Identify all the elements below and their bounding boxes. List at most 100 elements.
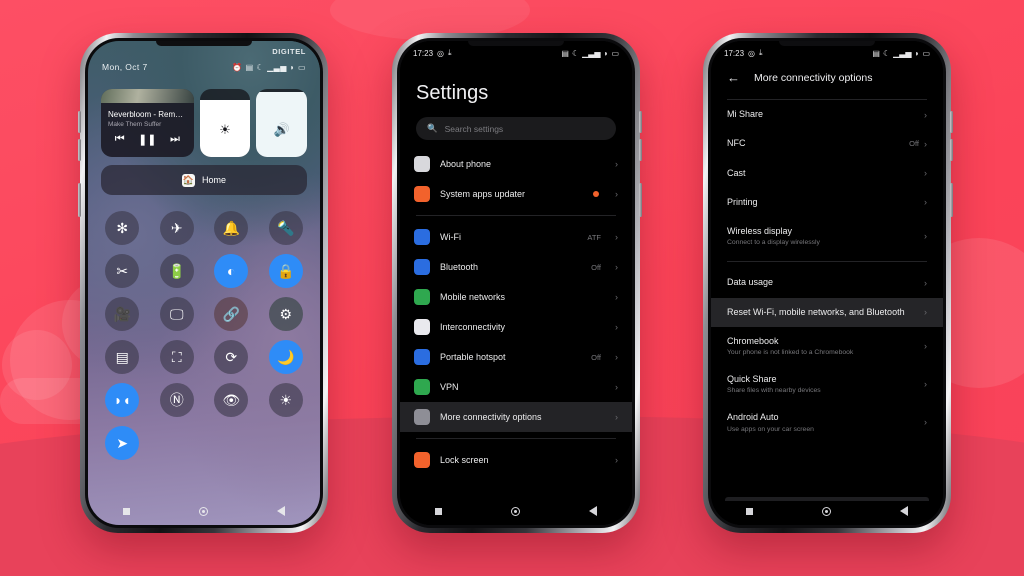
media-player-card[interactable]: Neverbloom - Rem… Make Them Suffer ⏮ ❚❚ … xyxy=(101,89,194,157)
back-arrow-icon[interactable]: ← xyxy=(727,70,740,85)
settings-item-vpn[interactable]: VPN › xyxy=(400,372,632,402)
connectivity-item-android-auto[interactable]: Android Auto Use apps on your car screen › xyxy=(711,403,943,441)
item-label: Quick Share xyxy=(727,374,777,384)
ultra-volume-tile[interactable]: ◗◖ xyxy=(105,383,140,417)
volume-down-button[interactable] xyxy=(950,139,953,161)
power-button[interactable] xyxy=(78,183,81,217)
connectivity-item-wireless-display[interactable]: Wireless display Connect to a display wir… xyxy=(711,217,943,255)
connectivity-item-quick-share[interactable]: Quick Share Share files with nearby devic… xyxy=(711,365,943,403)
home-circle-icon[interactable] xyxy=(510,506,520,516)
settings-item-lock-screen[interactable]: Lock screen › xyxy=(400,445,632,475)
settings-item-portable-hotspot[interactable]: Portable hotspot Off › xyxy=(400,342,632,372)
chevron-right-icon: › xyxy=(924,168,927,179)
connectivity-item-nfc[interactable]: NFC Off › xyxy=(711,129,943,158)
settings-item-label: Lock screen xyxy=(440,455,489,465)
volume-down-button[interactable] xyxy=(78,139,81,161)
play-pause-icon[interactable]: ❚❚ xyxy=(138,133,156,146)
dark-mode-tile[interactable]: ◐ xyxy=(214,254,249,288)
settings-item-mobile-networks[interactable]: Mobile networks › xyxy=(400,282,632,312)
back-triangle-icon[interactable] xyxy=(589,506,598,516)
screenshot-tile[interactable]: ✂ xyxy=(105,254,140,288)
settings-item-more-connectivity-options[interactable]: More connectivity options › xyxy=(400,402,632,432)
hotspot-icon xyxy=(414,349,430,365)
home-circle-icon[interactable] xyxy=(821,506,831,516)
settings-item-about-phone[interactable]: About phone › xyxy=(400,149,632,179)
link-tile[interactable]: 🔗 xyxy=(214,297,249,331)
signal-icon: ▁▃▅ xyxy=(893,48,912,58)
airplane-mode-tile[interactable]: ✈ xyxy=(159,211,194,245)
reading-mode-tile[interactable]: 🌙 xyxy=(268,340,303,374)
power-button[interactable] xyxy=(950,183,953,217)
auto-brightness-tile[interactable]: ☀ xyxy=(268,383,303,417)
item-label: Android Auto xyxy=(727,412,779,423)
volume-up-button[interactable] xyxy=(950,111,953,133)
interconnectivity-icon xyxy=(414,319,430,335)
cast-tile[interactable]: 🖵 xyxy=(159,297,194,331)
volume-up-button[interactable] xyxy=(78,111,81,133)
home-shortcut-card[interactable]: 🏠 Home xyxy=(101,165,307,195)
ringtone-tile[interactable]: 🔔 xyxy=(214,211,249,245)
location-tile[interactable]: ➤ xyxy=(105,426,140,460)
connectivity-item-data-usage[interactable]: Data usage › xyxy=(711,268,943,297)
eye-care-tile[interactable]: 👁 xyxy=(214,383,249,417)
page-title: More connectivity options xyxy=(754,71,873,84)
power-button[interactable] xyxy=(639,183,642,217)
volume-slider[interactable]: 🔊 xyxy=(256,89,307,157)
battery-icon: ▭ xyxy=(298,62,306,72)
item-texts: Android Auto Use apps on your car screen xyxy=(727,412,924,432)
connectivity-item-mi-share[interactable]: Mi Share › xyxy=(711,100,943,129)
screenshot-icon: ▤ xyxy=(561,48,569,58)
chevron-right-icon: › xyxy=(924,109,927,120)
connectivity-item-reset-wi-fi-mobile-networks-and-bluetooth[interactable]: Reset Wi-Fi, mobile networks, and Blueto… xyxy=(711,297,943,327)
chevron-right-icon: › xyxy=(615,382,618,392)
nfc-tile[interactable]: Ⓝ xyxy=(159,383,194,417)
connectivity-item-chromebook[interactable]: Chromebook Your phone is not linked to a … xyxy=(711,327,943,365)
auto-rotate-lock-tile[interactable]: 🔒 xyxy=(268,254,303,288)
item-subtitle: Share files with nearby devices xyxy=(727,387,821,395)
search-input[interactable]: 🔍 Search settings xyxy=(416,117,616,140)
recents-square-icon[interactable] xyxy=(745,507,753,515)
bluetooth-icon xyxy=(414,259,430,275)
next-track-icon[interactable]: ⏭ xyxy=(170,133,180,146)
battery-saver-tile[interactable]: 🔋 xyxy=(159,254,194,288)
settings-root: 17:23 ◎ ⤓ ▤ ☾ ▁▃▅ ◗ ▭ Settings 🔍 Search … xyxy=(400,41,632,525)
sync-tile[interactable]: ⟳ xyxy=(214,340,249,374)
connectivity-item-printing[interactable]: Printing › xyxy=(711,188,943,217)
item-subtitle: Your phone is not linked to a Chromebook xyxy=(727,349,854,356)
search-icon: 🔍 xyxy=(427,123,438,133)
more-connectivity-list: Mi Share › NFC Off › Cast › Printing › Wireless d… xyxy=(711,100,943,442)
whatsapp-icon: ◎ xyxy=(748,48,756,58)
previous-track-icon[interactable]: ⏮ xyxy=(115,133,125,146)
recents-square-icon[interactable] xyxy=(434,507,442,515)
settings-tile[interactable]: ⚙ xyxy=(268,297,303,331)
home-circle-icon[interactable] xyxy=(198,506,208,516)
back-triangle-icon[interactable] xyxy=(900,506,909,516)
item-label: Printing xyxy=(727,196,758,207)
flashlight-tile[interactable]: 🔦 xyxy=(268,211,303,245)
settings-item-value: Off xyxy=(591,262,601,272)
volume-down-button[interactable] xyxy=(639,139,642,161)
settings-item-interconnectivity[interactable]: Interconnectivity › xyxy=(400,312,632,342)
dnd-moon-icon: ☾ xyxy=(256,62,265,72)
settings-item-system-apps-updater[interactable]: System apps updater › xyxy=(400,179,632,209)
wallet-tile[interactable]: ▤ xyxy=(105,340,140,374)
brightness-slider[interactable]: ☀ xyxy=(199,89,251,157)
volume-up-button[interactable] xyxy=(639,111,642,133)
item-value: Off xyxy=(909,139,919,149)
scanner-tile[interactable]: ⛶ xyxy=(159,340,194,374)
bluetooth-tile[interactable]: ✻ xyxy=(105,211,140,245)
item-texts: Cast xyxy=(727,168,924,179)
phone1-screen: DIGITEL Mon, Oct 7 ⏰ ▤ ☾ ▁▃▅ ◗ ▭ Neverbl… xyxy=(88,41,320,525)
settings-item-wi-fi[interactable]: Wi-Fi ATF › xyxy=(400,222,632,252)
auto-rotate-lock-icon: 🔒 xyxy=(277,262,295,279)
screen-recorder-tile[interactable]: 🎥 xyxy=(105,297,140,331)
wifi-icon: ◗ xyxy=(603,48,609,58)
chevron-right-icon: › xyxy=(924,379,927,390)
back-triangle-icon[interactable] xyxy=(277,506,286,516)
chevron-right-icon: › xyxy=(924,417,927,428)
lock-icon xyxy=(414,452,430,468)
globe-icon xyxy=(414,379,430,395)
connectivity-item-cast[interactable]: Cast › xyxy=(711,159,943,188)
settings-item-bluetooth[interactable]: Bluetooth Off › xyxy=(400,252,632,282)
recents-square-icon[interactable] xyxy=(122,507,130,515)
